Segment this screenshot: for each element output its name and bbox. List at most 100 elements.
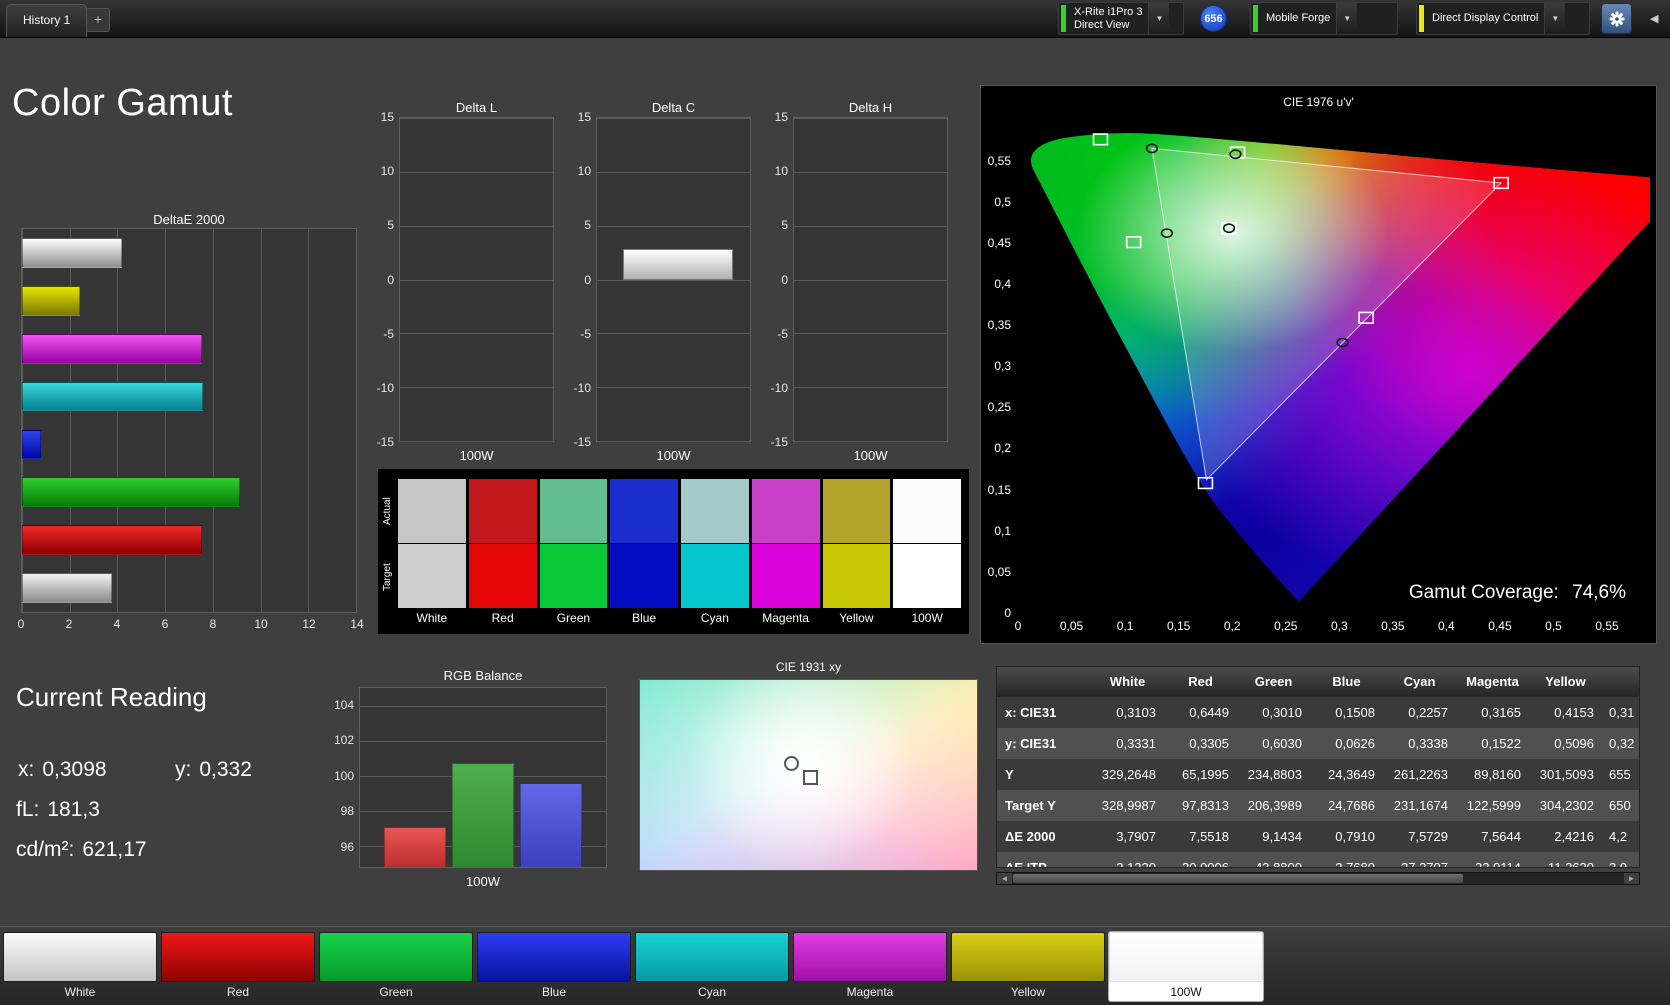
scrollbar-thumb[interactable] xyxy=(1013,874,1463,883)
cell: 43,8800 xyxy=(1255,860,1302,868)
bar-100w xyxy=(623,249,734,280)
target-swatch xyxy=(610,544,678,608)
gridline xyxy=(597,118,750,119)
cell: 20,0006 xyxy=(1182,860,1229,868)
axis-tick: 0,4 xyxy=(994,277,1011,292)
pattern-swatch xyxy=(319,932,473,982)
display-control-selector[interactable]: Direct Display Control ▼ xyxy=(1416,2,1590,35)
axis-tick: -15 xyxy=(770,435,788,449)
chevron-down-icon[interactable]: ▼ xyxy=(1336,3,1358,34)
axis-tick: 0,15 xyxy=(1166,619,1191,633)
tab-history-1[interactable]: History 1 xyxy=(6,4,88,37)
axis-tick: -5 xyxy=(777,326,788,341)
axis-tick: 0,05 xyxy=(987,564,1011,579)
axis-tick: 98 xyxy=(340,804,354,819)
row-label: ΔE ITP xyxy=(1005,860,1047,868)
row-label: ΔE 2000 xyxy=(1005,829,1056,844)
current-reading-title: Current Reading xyxy=(16,682,207,712)
target-swatch xyxy=(398,544,466,608)
cell: 27,2707 xyxy=(1401,860,1448,868)
axis-tick: 0,5 xyxy=(1545,619,1562,633)
target-row-label: Target xyxy=(382,563,393,591)
axis-tick: 5 xyxy=(387,218,394,233)
gridline xyxy=(400,441,553,442)
pattern-swatch xyxy=(951,932,1105,982)
axis-tick: 15 xyxy=(774,110,788,124)
cell: 0,6030 xyxy=(1262,736,1302,751)
chevron-down-icon[interactable]: ▼ xyxy=(1544,3,1566,34)
source-selector[interactable]: Mobile Forge ▼ xyxy=(1250,2,1398,35)
bar-white xyxy=(22,573,113,603)
axis-tick: 4 xyxy=(113,617,121,631)
deltae2000-chart-title: DeltaE 2000 xyxy=(153,212,225,227)
target-swatch xyxy=(822,544,891,608)
pattern-buttons: White Red Green Blue Cyan Magenta Yellow 100W xyxy=(3,932,1263,1001)
pattern-button-cyan[interactable]: Cyan xyxy=(635,932,789,1001)
cie1931-title: CIE 1931 xy xyxy=(775,660,842,674)
pattern-button-yellow[interactable]: Yellow xyxy=(951,932,1105,1001)
cell: 650 xyxy=(1609,798,1631,813)
collapse-panel-icon[interactable]: ◀ xyxy=(1650,12,1658,25)
actual-row-label: Actual xyxy=(382,497,393,525)
reading-x: x: 0,3098 xyxy=(18,758,107,782)
chevron-down-icon[interactable]: ▼ xyxy=(1148,3,1170,34)
reading-fl: fL: 181,3 xyxy=(16,798,100,822)
axis-tick: 0,15 xyxy=(987,482,1011,497)
reading-y-label: y: xyxy=(175,758,192,781)
gridline xyxy=(212,229,214,612)
source-status-indicator xyxy=(1253,5,1258,32)
row-label: y: CIE31 xyxy=(1005,736,1057,751)
cell: 24,7686 xyxy=(1328,798,1375,813)
cell: 7,5644 xyxy=(1481,829,1521,844)
axis-tick: 104 xyxy=(333,697,354,712)
reading-cd: cd/m²: 621,17 xyxy=(16,838,147,862)
table-row: ΔE ITP 2,1220 20,0006 43,8800 2,7680 27,2707 2… xyxy=(997,852,1639,868)
table-scrollbar[interactable]: ◄ ► xyxy=(996,872,1640,885)
cell: 22,0114 xyxy=(1474,860,1521,868)
reading-x-value: 0,3098 xyxy=(42,758,107,781)
meter-selector[interactable]: X-Rite i1Pro 3 Direct View ▼ xyxy=(1058,2,1184,35)
table-row: ΔE 2000 3,7907 7,5518 9,1434 0,7910 7,5729 7,5… xyxy=(997,821,1639,852)
pattern-button-magenta[interactable]: Magenta xyxy=(793,932,947,1001)
table-row: Y 329,2648 65,1995 234,8803 24,3649 261,2263 8… xyxy=(997,759,1639,790)
pattern-swatch xyxy=(161,932,315,982)
column-header: Red xyxy=(1188,674,1213,689)
settings-button[interactable] xyxy=(1601,3,1632,34)
bar-green xyxy=(452,763,514,867)
gamut-coverage-value: 74,6% xyxy=(1572,582,1626,603)
pattern-button-100w[interactable]: 100W xyxy=(1109,932,1263,1001)
cell: 7,5518 xyxy=(1189,829,1229,844)
cell: 0,3010 xyxy=(1262,705,1302,720)
rgb-balance-chart xyxy=(359,687,607,868)
pattern-button-white[interactable]: White xyxy=(3,932,157,1001)
swatch-column: Magenta xyxy=(751,479,820,630)
rgb-balance-x-label: 100W xyxy=(466,874,500,889)
column-header: White xyxy=(1109,674,1146,689)
pattern-button-blue[interactable]: Blue xyxy=(477,932,631,1001)
swatch-column: 100W xyxy=(893,479,961,630)
pattern-button-red[interactable]: Red xyxy=(161,932,315,1001)
axis-tick: 15 xyxy=(577,110,591,124)
actual-swatch xyxy=(468,479,537,543)
axis-tick: 10 xyxy=(254,617,268,631)
scroll-right-icon[interactable]: ► xyxy=(1624,873,1639,884)
axis-tick: 10 xyxy=(577,164,591,179)
delta-l-chart-title: Delta L xyxy=(455,100,498,115)
add-tab-button[interactable]: + xyxy=(86,8,110,32)
gridline xyxy=(356,229,357,612)
gridline xyxy=(597,279,750,281)
meter-name-line2: Direct View xyxy=(1074,18,1130,31)
pattern-button-green[interactable]: Green xyxy=(319,932,473,1001)
gridline xyxy=(308,229,310,612)
swatch-label: White xyxy=(416,611,448,625)
axis-tick: 0,05 xyxy=(1059,619,1084,633)
column-header: Magenta xyxy=(1466,674,1519,689)
row-label: x: CIE31 xyxy=(1005,705,1057,720)
gridline xyxy=(794,225,947,227)
cell: 231,1674 xyxy=(1393,798,1448,813)
cell: 11,2620 xyxy=(1547,860,1594,868)
cell: 0,6449 xyxy=(1189,705,1229,720)
table-row: Target Y 328,9987 97,8313 206,3989 24,7686 23… xyxy=(997,790,1639,821)
cell: 0,2257 xyxy=(1408,705,1448,720)
scroll-left-icon[interactable]: ◄ xyxy=(997,873,1012,884)
